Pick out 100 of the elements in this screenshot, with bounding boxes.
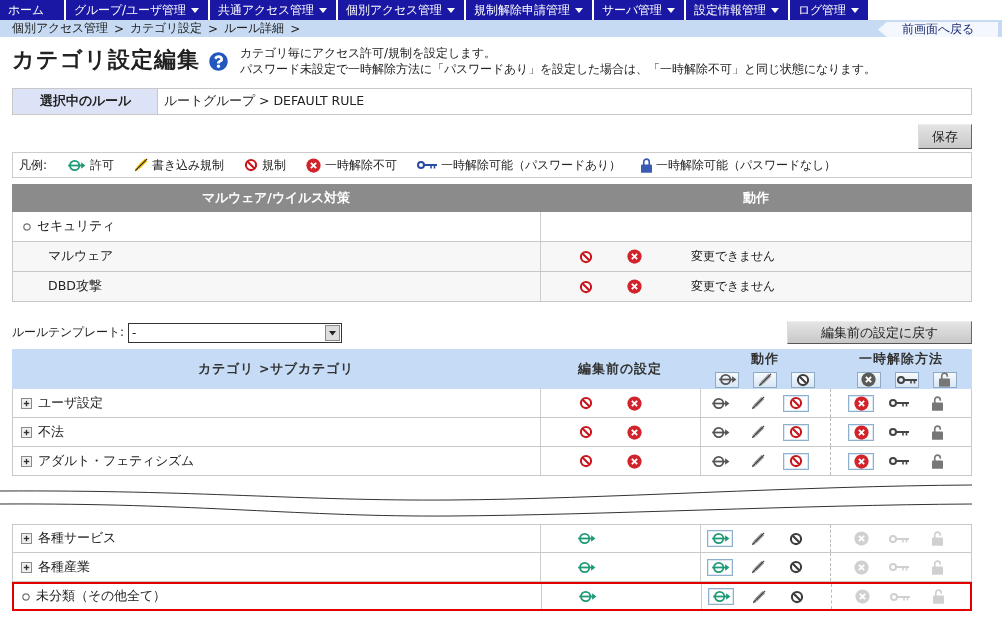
help-icon[interactable] [209,52,228,71]
column-header: 動作 [742,188,770,207]
nav-menu-item[interactable]: ログ管理 [790,0,869,20]
category-name: ユーザ設定 [38,394,103,412]
caret-down-icon [447,7,456,13]
key-icon [890,592,910,601]
breadcrumb-separator: > [114,21,125,36]
x-circle-icon [853,395,869,411]
x-circle-icon [853,424,869,440]
nav-menu-item[interactable]: ホーム [0,0,64,20]
all-block-button[interactable] [791,371,815,388]
rule-value: ルートグループ > DEFAULT RULE [163,92,365,110]
block-option[interactable] [789,531,803,546]
x-circle-icon [626,249,642,264]
password-release-option[interactable] [889,399,909,407]
column-header: カテゴリ >サブカテゴリ [197,360,355,378]
ban-icon [789,396,803,410]
all-password-release-button[interactable] [894,371,919,388]
no-password-release-option[interactable] [931,453,943,469]
ban-icon [789,454,803,468]
write-block-option[interactable] [751,454,765,468]
pencil-slash-icon [751,396,765,410]
column-header: 一時解除方法 [859,350,943,368]
no-password-release-option[interactable] [931,424,943,440]
breadcrumb-link[interactable]: カテゴリ設定 [130,20,203,37]
all-allow-button[interactable] [715,371,739,388]
padlock-icon [931,453,943,469]
legend-label: 規制 [262,156,287,174]
plus-box-icon[interactable] [21,561,32,573]
save-button[interactable]: 保存 [918,124,972,149]
circle-arrow-icon [576,532,596,545]
block-option[interactable] [783,423,809,441]
no-release-option[interactable] [848,394,874,412]
no-release-option[interactable] [848,423,874,441]
circle-arrow-icon [576,560,596,574]
nav-menu-item[interactable]: 設定情報管理 [686,0,789,20]
block-option[interactable] [789,560,803,574]
pencil-slash-icon [758,372,772,387]
back-link[interactable]: 前画面へ戻る [878,22,998,37]
nav-menu-item[interactable]: サーバ管理 [594,0,685,20]
circle-arrow-icon [717,373,737,386]
write-block-option[interactable] [751,396,765,410]
allow-option[interactable] [710,425,730,439]
circle-arrow-icon [710,425,730,439]
plus-box-icon[interactable] [21,455,32,467]
write-block-option[interactable] [751,560,765,574]
description-text: パスワード未設定で一時解除方法に「パスワードあり」を設定した場合は、「一時解除不可」と同じ状態になります。 [240,61,876,77]
all-write-block-button[interactable] [753,371,777,388]
block-option[interactable] [790,589,804,604]
pencil-slash-icon [134,158,149,172]
breadcrumb-link[interactable]: 個別アクセス管理 [12,20,108,37]
all-no-password-release-button[interactable] [932,371,957,388]
write-block-option[interactable] [752,589,766,604]
padlock-icon [931,559,943,575]
x-circle-icon [626,395,642,411]
legend-label: 一時解除可能（パスワードあり） [441,156,622,174]
description-text: カテゴリ毎にアクセス許可/規制を設定します。 [240,45,498,61]
nav-menu-item[interactable]: 個別アクセス管理 [338,0,465,20]
block-option[interactable] [783,394,809,412]
category-name: 各種産業 [38,558,90,576]
rule-label: 選択中のルール [13,89,158,114]
nav-menu-item[interactable]: グループ/ユーザ管理 [66,0,209,20]
caret-down-icon [319,7,328,13]
password-release-option[interactable] [889,428,909,436]
padlock-icon [932,589,944,604]
ban-icon [579,454,593,468]
no-release-option[interactable] [848,452,874,470]
breadcrumb-link[interactable]: ルール詳細 [224,20,285,37]
allow-option[interactable] [707,530,733,547]
allow-option[interactable] [708,588,734,605]
plus-box-icon[interactable] [21,533,32,544]
allow-option[interactable] [710,396,730,410]
nav-menu-item[interactable]: 規制解除申請管理 [466,0,593,20]
legend-label: 一時解除可能（パスワードなし） [656,156,837,174]
revert-button[interactable]: 編集前の設定に戻す [787,321,972,344]
all-no-release-button[interactable] [856,371,881,388]
plus-box-icon[interactable] [21,397,32,409]
nav-menu-item[interactable]: 共通アクセス管理 [210,0,337,20]
password-release-option[interactable] [889,457,909,465]
no-password-release-option[interactable] [931,395,943,411]
allow-option[interactable] [707,558,733,576]
padlock-icon [931,395,943,411]
circle-arrow-icon [577,590,597,603]
template-select[interactable]: - [128,322,343,343]
padlock-icon [641,157,653,173]
allow-option[interactable] [710,454,730,468]
caret-down-icon [771,7,780,13]
bullet-icon [22,592,30,601]
category-name: マルウェア [48,248,113,265]
x-circle-icon [626,453,642,469]
ban-icon [579,249,593,264]
column-header: 編集前の設定 [578,360,662,378]
write-block-option[interactable] [751,531,765,546]
write-block-option[interactable] [751,425,765,439]
key-icon [889,399,909,407]
plus-box-icon[interactable] [21,426,32,438]
ban-icon [579,396,593,410]
block-option[interactable] [783,452,809,470]
x-circle-icon [306,157,322,173]
breadcrumb-separator: > [208,21,219,36]
